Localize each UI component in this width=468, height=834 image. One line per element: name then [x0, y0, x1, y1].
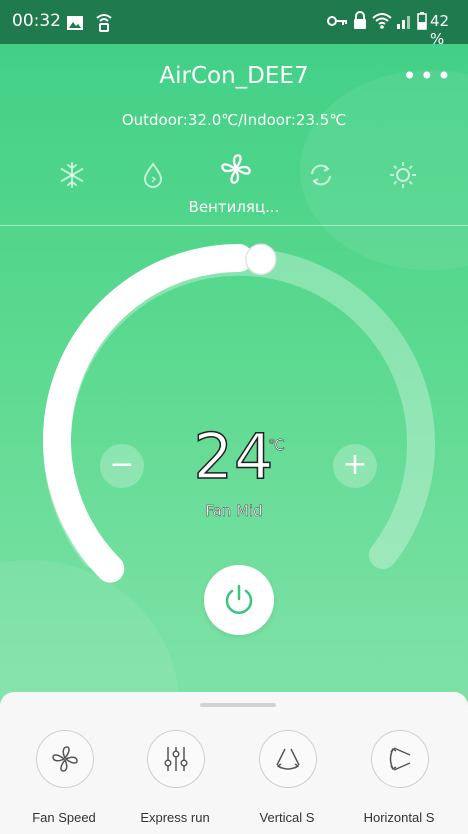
mode-dry[interactable] [138, 160, 168, 190]
function-icon-circle [371, 730, 429, 788]
snowflake-icon [60, 162, 84, 188]
water-drop-icon [143, 162, 163, 188]
mode-cool[interactable] [57, 160, 87, 190]
set-temperature: 24 [0, 419, 468, 494]
signal-icon [397, 16, 410, 29]
function-express-run[interactable]: Express run [119, 730, 231, 834]
wifi-call-icon [96, 14, 112, 32]
power-button[interactable] [204, 565, 274, 635]
horizontal-swing-icon [389, 747, 411, 771]
function-panel: Fan Speed Express run Vertical S Horizon… [0, 692, 468, 834]
status-bar: 00:32 42 % [0, 0, 468, 48]
temperature-readout: Outdoor:32.0℃/Indoor:23.5℃ [121, 111, 347, 129]
key-icon [327, 16, 347, 26]
function-icon-circle [36, 730, 94, 788]
divider [0, 225, 468, 226]
temperature-unit: ℃ [268, 436, 285, 455]
sun-icon [390, 162, 416, 188]
fan-icon [52, 746, 78, 772]
power-icon [225, 584, 253, 614]
function-label: Horizontal S [363, 810, 435, 825]
function-label: Express run [140, 810, 210, 825]
auto-cycle-icon [311, 164, 331, 186]
sheet-handle[interactable] [200, 703, 276, 707]
function-fan-speed[interactable]: Fan Speed [8, 730, 120, 834]
mode-fan[interactable] [219, 152, 253, 186]
image-icon [67, 16, 83, 30]
app-screen: 00:32 42 % AirCon_DEE7 ••• Outdoor:32.0℃… [0, 0, 468, 834]
wifi-icon [372, 13, 392, 29]
selected-mode-label: Вентиляц... [188, 198, 280, 216]
battery-icon [417, 12, 427, 30]
temperature-value: 24 [193, 419, 275, 494]
status-time: 00:32 [12, 11, 61, 31]
function-icon-circle [259, 730, 317, 788]
fan-mode-label: Fan Mid [205, 502, 263, 520]
sliders-icon [164, 747, 188, 771]
mode-auto[interactable] [306, 160, 336, 190]
fan-icon [221, 154, 251, 184]
function-icon-circle [147, 730, 205, 788]
battery-percent: 42 % [430, 12, 450, 48]
device-title: AirCon_DEE7 [159, 63, 309, 89]
dial-knob[interactable] [245, 243, 277, 276]
dial-progress [42, 244, 253, 583]
vertical-swing-icon [276, 748, 300, 770]
function-label: Vertical S [259, 810, 315, 825]
function-label: Fan Speed [32, 810, 96, 825]
more-dots-icon[interactable]: ••• [403, 62, 454, 90]
function-horizontal-swing[interactable]: Horizontal S [343, 730, 455, 834]
function-vertical-swing[interactable]: Vertical S [231, 730, 343, 834]
lock-icon [354, 11, 366, 29]
mode-heat[interactable] [388, 160, 418, 190]
